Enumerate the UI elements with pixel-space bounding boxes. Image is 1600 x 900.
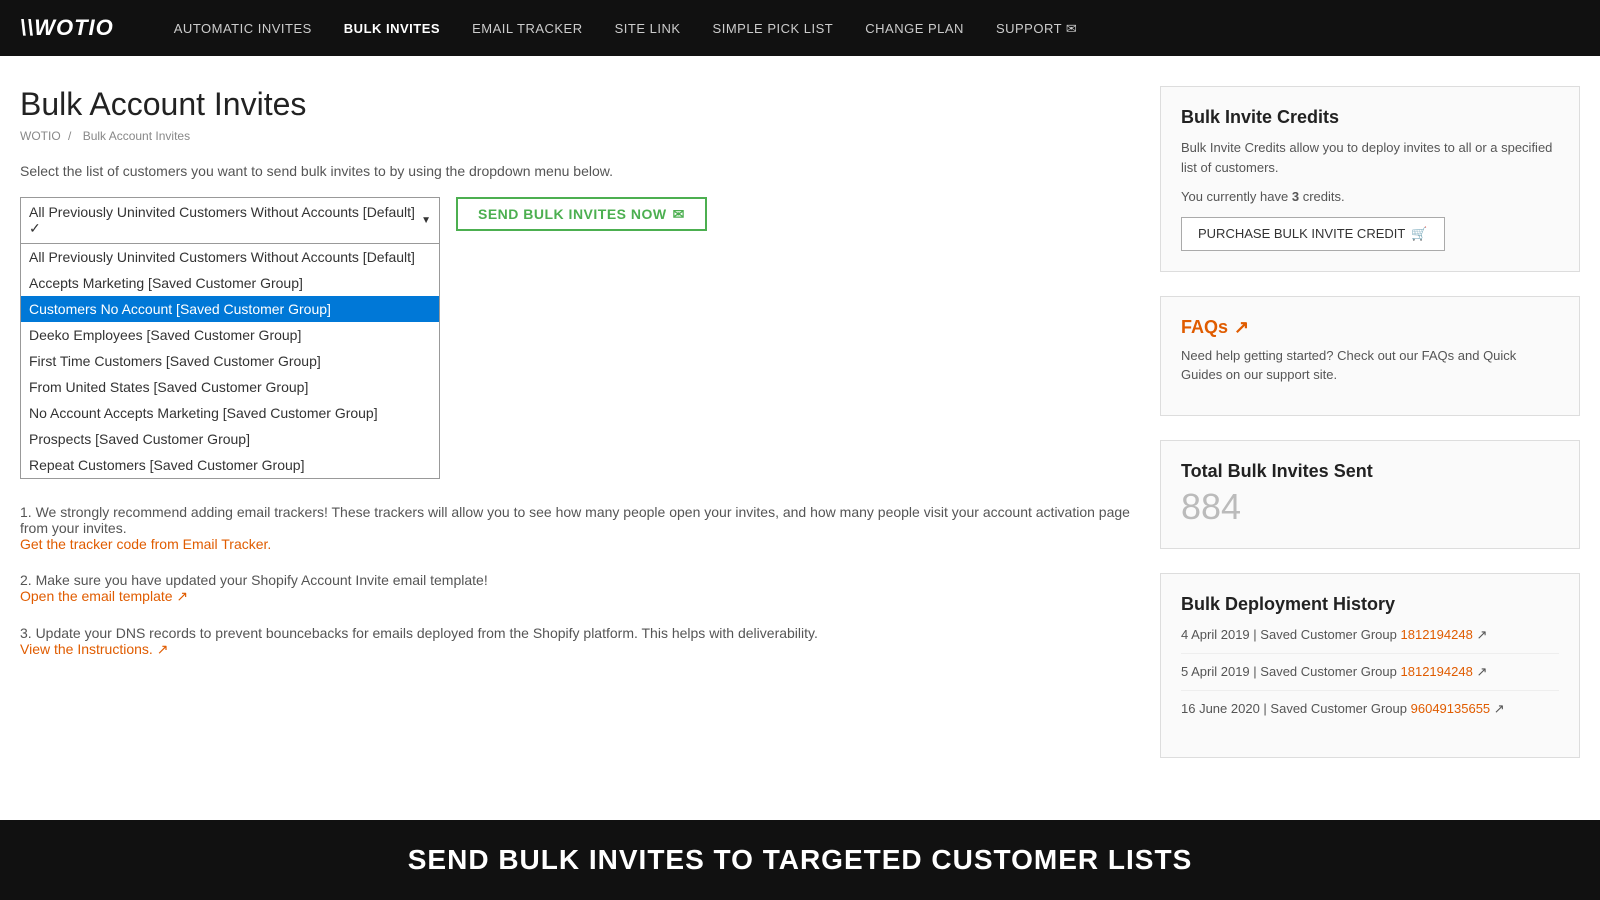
credits-text: You currently have: [1181, 189, 1288, 204]
total-sent-label: Total Bulk Invites Sent: [1181, 461, 1559, 482]
nav-change-plan[interactable]: CHANGE PLAN: [865, 21, 964, 36]
faqs-description: Need help getting started? Check out our…: [1181, 346, 1559, 385]
history-external-2: ↗: [1494, 701, 1505, 716]
step-1-text: 1. We strongly recommend adding email tr…: [20, 504, 1130, 536]
dropdown-option-2[interactable]: Customers No Account [Saved Customer Gro…: [21, 296, 439, 322]
step-2-email-link[interactable]: Open the email template ↗: [20, 588, 188, 604]
dropdown-option-4[interactable]: First Time Customers [Saved Customer Gro…: [21, 348, 439, 374]
page-title: Bulk Account Invites: [20, 86, 1130, 123]
navigation: \\WOTIO AUTOMATIC INVITES BULK INVITES E…: [0, 0, 1600, 56]
history-external-1: ↗: [1476, 664, 1487, 679]
step-2-link-label: Open the email template: [20, 588, 173, 604]
nav-automatic-invites[interactable]: AUTOMATIC INVITES: [174, 21, 312, 36]
dropdown-option-6[interactable]: No Account Accepts Marketing [Saved Cust…: [21, 400, 439, 426]
breadcrumb-current: Bulk Account Invites: [83, 129, 190, 143]
dropdown-option-7[interactable]: Prospects [Saved Customer Group]: [21, 426, 439, 452]
select-row: All Previously Uninvited Customers Witho…: [20, 197, 1130, 244]
history-label-1: Saved Customer Group: [1260, 664, 1397, 679]
history-link-0[interactable]: 1812194248: [1401, 627, 1473, 642]
subtitle: Select the list of customers you want to…: [20, 163, 1130, 179]
faqs-title: FAQs ↗: [1181, 317, 1559, 338]
dropdown-option-0[interactable]: All Previously Uninvited Customers Witho…: [21, 244, 439, 270]
step-3: 3. Update your DNS records to prevent bo…: [20, 625, 1130, 658]
total-invites-box: Total Bulk Invites Sent 884: [1160, 440, 1580, 549]
dropdown-option-8[interactable]: Repeat Customers [Saved Customer Group]: [21, 452, 439, 478]
send-icon: ✉: [673, 206, 685, 223]
history-external-0: ↗: [1476, 627, 1487, 642]
dropdown-option-1[interactable]: Accepts Marketing [Saved Customer Group]: [21, 270, 439, 296]
history-label-0: Saved Customer Group: [1260, 627, 1397, 642]
history-link-2[interactable]: 96049135655: [1411, 701, 1491, 716]
nav-links: AUTOMATIC INVITES BULK INVITES EMAIL TRA…: [174, 20, 1078, 37]
step-3-link-label: View the Instructions.: [20, 641, 153, 657]
step-1-tracker-link[interactable]: Get the tracker code from Email Tracker.: [20, 536, 271, 552]
nav-simple-pick-list[interactable]: SIMPLE PICK LIST: [713, 21, 834, 36]
send-button-label: SEND BULK INVITES NOW: [478, 206, 667, 222]
dropdown-selected-label: All Previously Uninvited Customers Witho…: [29, 204, 421, 237]
step-1: 1. We strongly recommend adding email tr…: [20, 504, 1130, 552]
history-box: Bulk Deployment History 4 April 2019 | S…: [1160, 573, 1580, 758]
chevron-down-icon: ▼: [421, 215, 431, 226]
dropdown-option-3[interactable]: Deeko Employees [Saved Customer Group]: [21, 322, 439, 348]
sidebar: Bulk Invite Credits Bulk Invite Credits …: [1160, 86, 1580, 782]
nav-site-link[interactable]: SITE LINK: [615, 21, 681, 36]
send-bulk-invites-button[interactable]: SEND BULK INVITES NOW ✉: [456, 197, 707, 231]
purchase-credit-button[interactable]: PURCHASE BULK INVITE CREDIT 🛒: [1181, 217, 1445, 251]
credits-description: Bulk Invite Credits allow you to deploy …: [1181, 138, 1559, 177]
purchase-btn-label: PURCHASE BULK INVITE CREDIT: [1198, 226, 1405, 241]
step-3-instructions-link[interactable]: View the Instructions. ↗: [20, 641, 168, 657]
faqs-box: FAQs ↗ Need help getting started? Check …: [1160, 296, 1580, 416]
history-item-1: 5 April 2019 | Saved Customer Group 1812…: [1181, 664, 1559, 691]
nav-email-tracker[interactable]: EMAIL TRACKER: [472, 21, 583, 36]
credits-suffix: credits.: [1303, 189, 1345, 204]
main-content: Bulk Account Invites WOTIO / Bulk Accoun…: [20, 86, 1160, 782]
history-label-2: Saved Customer Group: [1270, 701, 1407, 716]
credits-box: Bulk Invite Credits Bulk Invite Credits …: [1160, 86, 1580, 272]
history-link-1[interactable]: 1812194248: [1401, 664, 1473, 679]
external-link-icon-2: ↗: [157, 641, 169, 657]
breadcrumb-separator: /: [68, 129, 75, 143]
step-3-text: 3. Update your DNS records to prevent bo…: [20, 625, 818, 641]
page-wrapper: Bulk Account Invites WOTIO / Bulk Accoun…: [0, 56, 1600, 802]
step-2: 2. Make sure you have updated your Shopi…: [20, 572, 1130, 605]
footer-banner: SEND BULK INVITES TO TARGETED CUSTOMER L…: [0, 820, 1600, 900]
logo[interactable]: \\WOTIO: [20, 15, 114, 41]
history-title: Bulk Deployment History: [1181, 594, 1559, 615]
footer-banner-text: SEND BULK INVITES TO TARGETED CUSTOMER L…: [408, 844, 1193, 875]
external-link-icon-faqs: ↗: [1234, 317, 1249, 338]
history-item-2: 16 June 2020 | Saved Customer Group 9604…: [1181, 701, 1559, 727]
credits-title: Bulk Invite Credits: [1181, 107, 1559, 128]
steps-section: 1. We strongly recommend adding email tr…: [20, 504, 1130, 658]
history-date-2: 16 June 2020: [1181, 701, 1260, 716]
dropdown-wrapper[interactable]: All Previously Uninvited Customers Witho…: [20, 197, 440, 244]
faqs-label: FAQs: [1181, 317, 1228, 338]
total-sent-count: 884: [1181, 486, 1559, 528]
breadcrumb: WOTIO / Bulk Account Invites: [20, 129, 1130, 143]
history-date-1: 5 April 2019: [1181, 664, 1250, 679]
dropdown-list[interactable]: All Previously Uninvited Customers Witho…: [20, 244, 440, 479]
step-2-text: 2. Make sure you have updated your Shopi…: [20, 572, 488, 588]
dropdown-selected[interactable]: All Previously Uninvited Customers Witho…: [20, 197, 440, 244]
credits-number: 3: [1292, 189, 1299, 204]
dropdown-option-5[interactable]: From United States [Saved Customer Group…: [21, 374, 439, 400]
nav-bulk-invites[interactable]: BULK INVITES: [344, 21, 440, 36]
credits-count-text: You currently have 3 credits.: [1181, 187, 1559, 207]
external-link-icon: ↗: [176, 588, 188, 604]
cart-icon: 🛒: [1411, 226, 1427, 242]
nav-support[interactable]: SUPPORT ✉: [996, 21, 1077, 36]
history-date-0: 4 April 2019: [1181, 627, 1250, 642]
breadcrumb-home[interactable]: WOTIO: [20, 129, 61, 143]
history-item-0: 4 April 2019 | Saved Customer Group 1812…: [1181, 627, 1559, 654]
